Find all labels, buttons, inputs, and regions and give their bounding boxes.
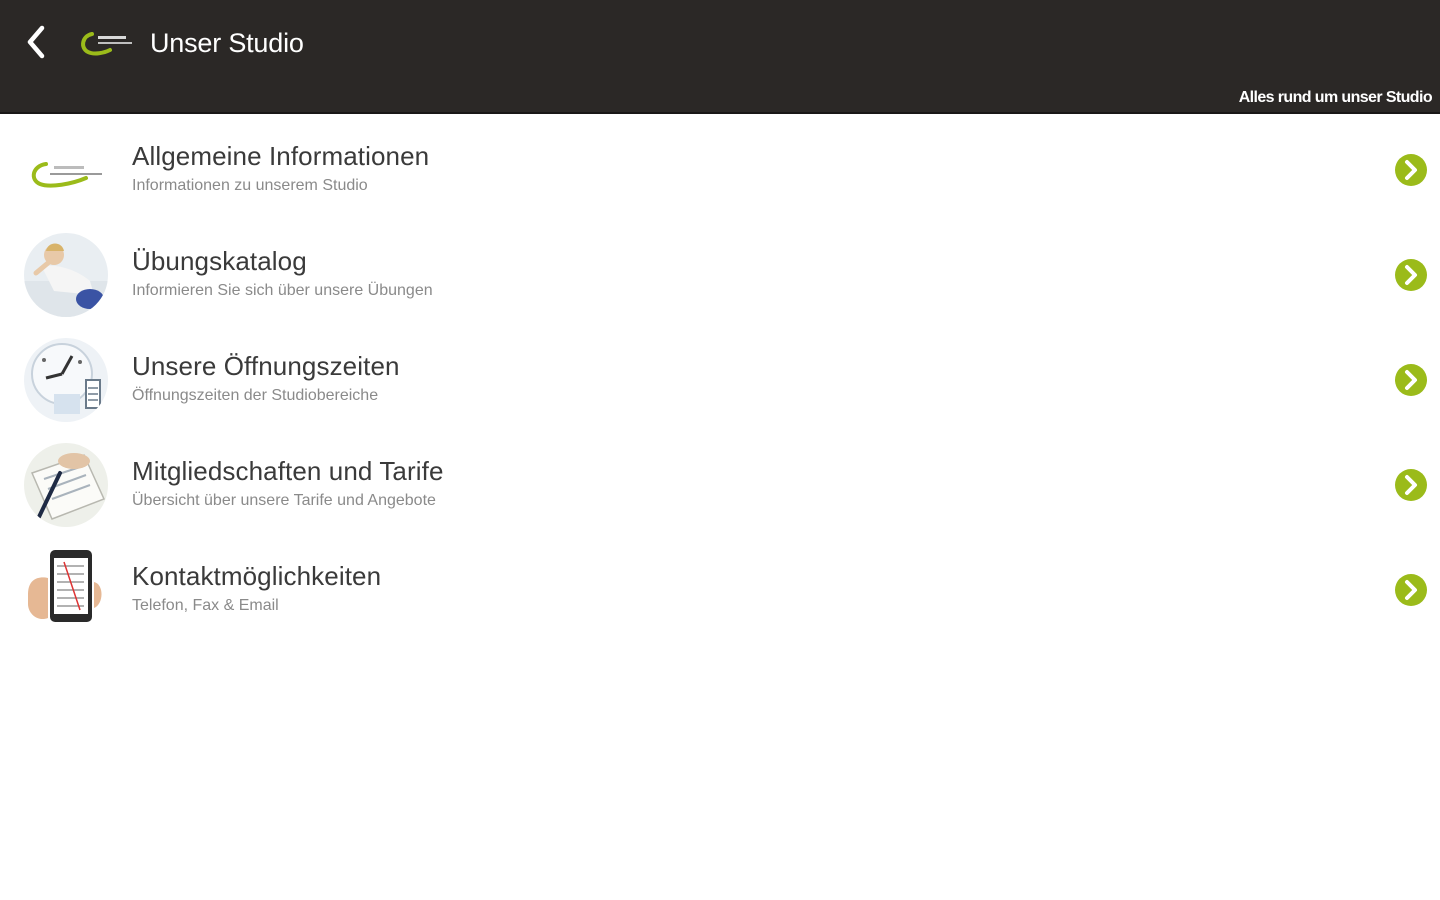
clock-photo-icon: [24, 338, 108, 422]
list-item-title: Übungskatalog: [132, 246, 307, 276]
list-item-subtitle: Übersicht über unsere Tarife und Angebot…: [132, 492, 436, 509]
chevron-right-circle-icon[interactable]: [1394, 363, 1428, 397]
list-item-title: Mitgliedschaften und Tarife: [132, 456, 444, 486]
exercise-photo-icon: [24, 233, 108, 317]
page-title: Unser Studio: [150, 28, 304, 58]
app-bar: Unser Studio Alles rund um unser Studio: [0, 0, 1440, 114]
list-item-title: Allgemeine Informationen: [132, 141, 430, 171]
chevron-right-circle-icon[interactable]: [1394, 153, 1428, 187]
list-item-general-info[interactable]: Allgemeine Informationen Informationen z…: [0, 116, 1440, 221]
list-item-memberships[interactable]: Mitgliedschaften und Tarife Übersicht üb…: [0, 431, 1440, 536]
phone-photo-icon: [24, 548, 108, 632]
page-subtitle: Alles rund um unser Studio: [1238, 89, 1433, 106]
list-item-contact[interactable]: Kontaktmöglichkeiten Telefon, Fax & Emai…: [0, 536, 1440, 641]
list-item-subtitle: Informationen zu unserem Studio: [132, 177, 368, 194]
chevron-right-circle-icon[interactable]: [1394, 258, 1428, 292]
back-button[interactable]: [16, 22, 56, 62]
chevron-left-icon: [27, 25, 45, 59]
list-item-title: Unsere Öffnungszeiten: [132, 351, 400, 381]
menu-list: Allgemeine Informationen Informationen z…: [0, 116, 1440, 641]
studio-logo-icon: [31, 162, 102, 188]
contract-photo-icon: [24, 443, 108, 527]
chevron-right-circle-icon[interactable]: [1394, 573, 1428, 607]
list-item-opening-hours[interactable]: Unsere Öffnungszeiten Öffnungszeiten der…: [0, 326, 1440, 431]
list-item-subtitle: Öffnungszeiten der Studiobereiche: [132, 387, 379, 404]
chevron-right-circle-icon[interactable]: [1394, 468, 1428, 502]
studio-logo-icon: [81, 32, 132, 56]
list-item-subtitle: Telefon, Fax & Email: [132, 597, 279, 614]
list-item-subtitle: Informieren Sie sich über unsere Übungen: [132, 282, 433, 299]
list-item-title: Kontaktmöglichkeiten: [132, 561, 382, 591]
list-item-exercise-catalog[interactable]: Übungskatalog Informieren Sie sich über …: [0, 221, 1440, 326]
